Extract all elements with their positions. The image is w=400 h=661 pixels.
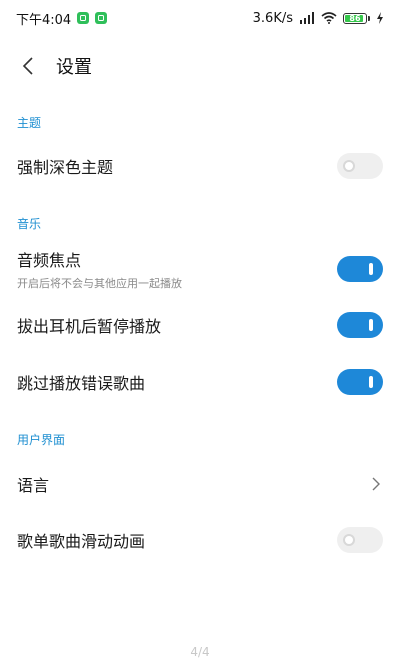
setting-skip-error-songs[interactable]: 跳过播放错误歌曲 <box>0 362 400 402</box>
section-title-ui: 用户界面 <box>17 433 66 447</box>
setting-pause-on-unplug[interactable]: 拔出耳机后暂停播放 <box>0 305 400 345</box>
network-speed: 3.6K/s <box>252 10 293 26</box>
notification-app-icon <box>77 12 90 24</box>
setting-description: 开启后将不会与其他应用一起播放 <box>17 277 182 290</box>
status-right: 3.6K/s 86 <box>253 11 384 26</box>
setting-label: 强制深色主题 <box>17 158 114 177</box>
notification-app-icon <box>95 12 108 24</box>
setting-playlist-animation[interactable]: 歌单歌曲滑动动画 <box>0 520 400 560</box>
setting-label: 跳过播放错误歌曲 <box>17 374 146 393</box>
skip-error-toggle[interactable] <box>337 369 383 395</box>
battery-level: 86 <box>349 13 361 23</box>
page-title: 设置 <box>56 57 92 78</box>
setting-language[interactable]: 语言 <box>0 464 400 504</box>
section-title-theme: 主题 <box>17 116 42 130</box>
status-time: 下午4:04 <box>16 12 72 28</box>
battery-group: 86 <box>343 12 370 24</box>
app-header: 设置 <box>0 48 400 84</box>
battery-icon: 86 <box>343 12 367 24</box>
status-bar: 下午4:04 3.6K/s 86 <box>0 0 400 36</box>
setting-label: 音频焦点 <box>17 251 82 270</box>
chevron-right-icon <box>372 477 380 491</box>
signal-icon <box>300 12 314 24</box>
setting-label: 拔出耳机后暂停播放 <box>17 317 162 336</box>
force-dark-toggle[interactable] <box>337 153 383 179</box>
page-indicator: 4/4 <box>190 645 210 659</box>
wifi-icon <box>321 12 337 24</box>
setting-label: 语言 <box>17 476 50 495</box>
status-left: 下午4:04 <box>16 9 108 28</box>
back-button[interactable] <box>6 48 50 84</box>
pause-on-unplug-toggle[interactable] <box>337 312 383 338</box>
charging-icon <box>377 12 383 24</box>
audio-focus-toggle[interactable] <box>337 256 383 282</box>
setting-force-dark[interactable]: 强制深色主题 <box>0 146 400 186</box>
section-title-music: 音乐 <box>17 217 42 231</box>
setting-audio-focus[interactable]: 音频焦点 开启后将不会与其他应用一起播放 <box>0 246 400 292</box>
back-chevron-icon <box>22 57 33 75</box>
playlist-animation-toggle[interactable] <box>337 527 383 553</box>
setting-label: 歌单歌曲滑动动画 <box>17 532 146 551</box>
